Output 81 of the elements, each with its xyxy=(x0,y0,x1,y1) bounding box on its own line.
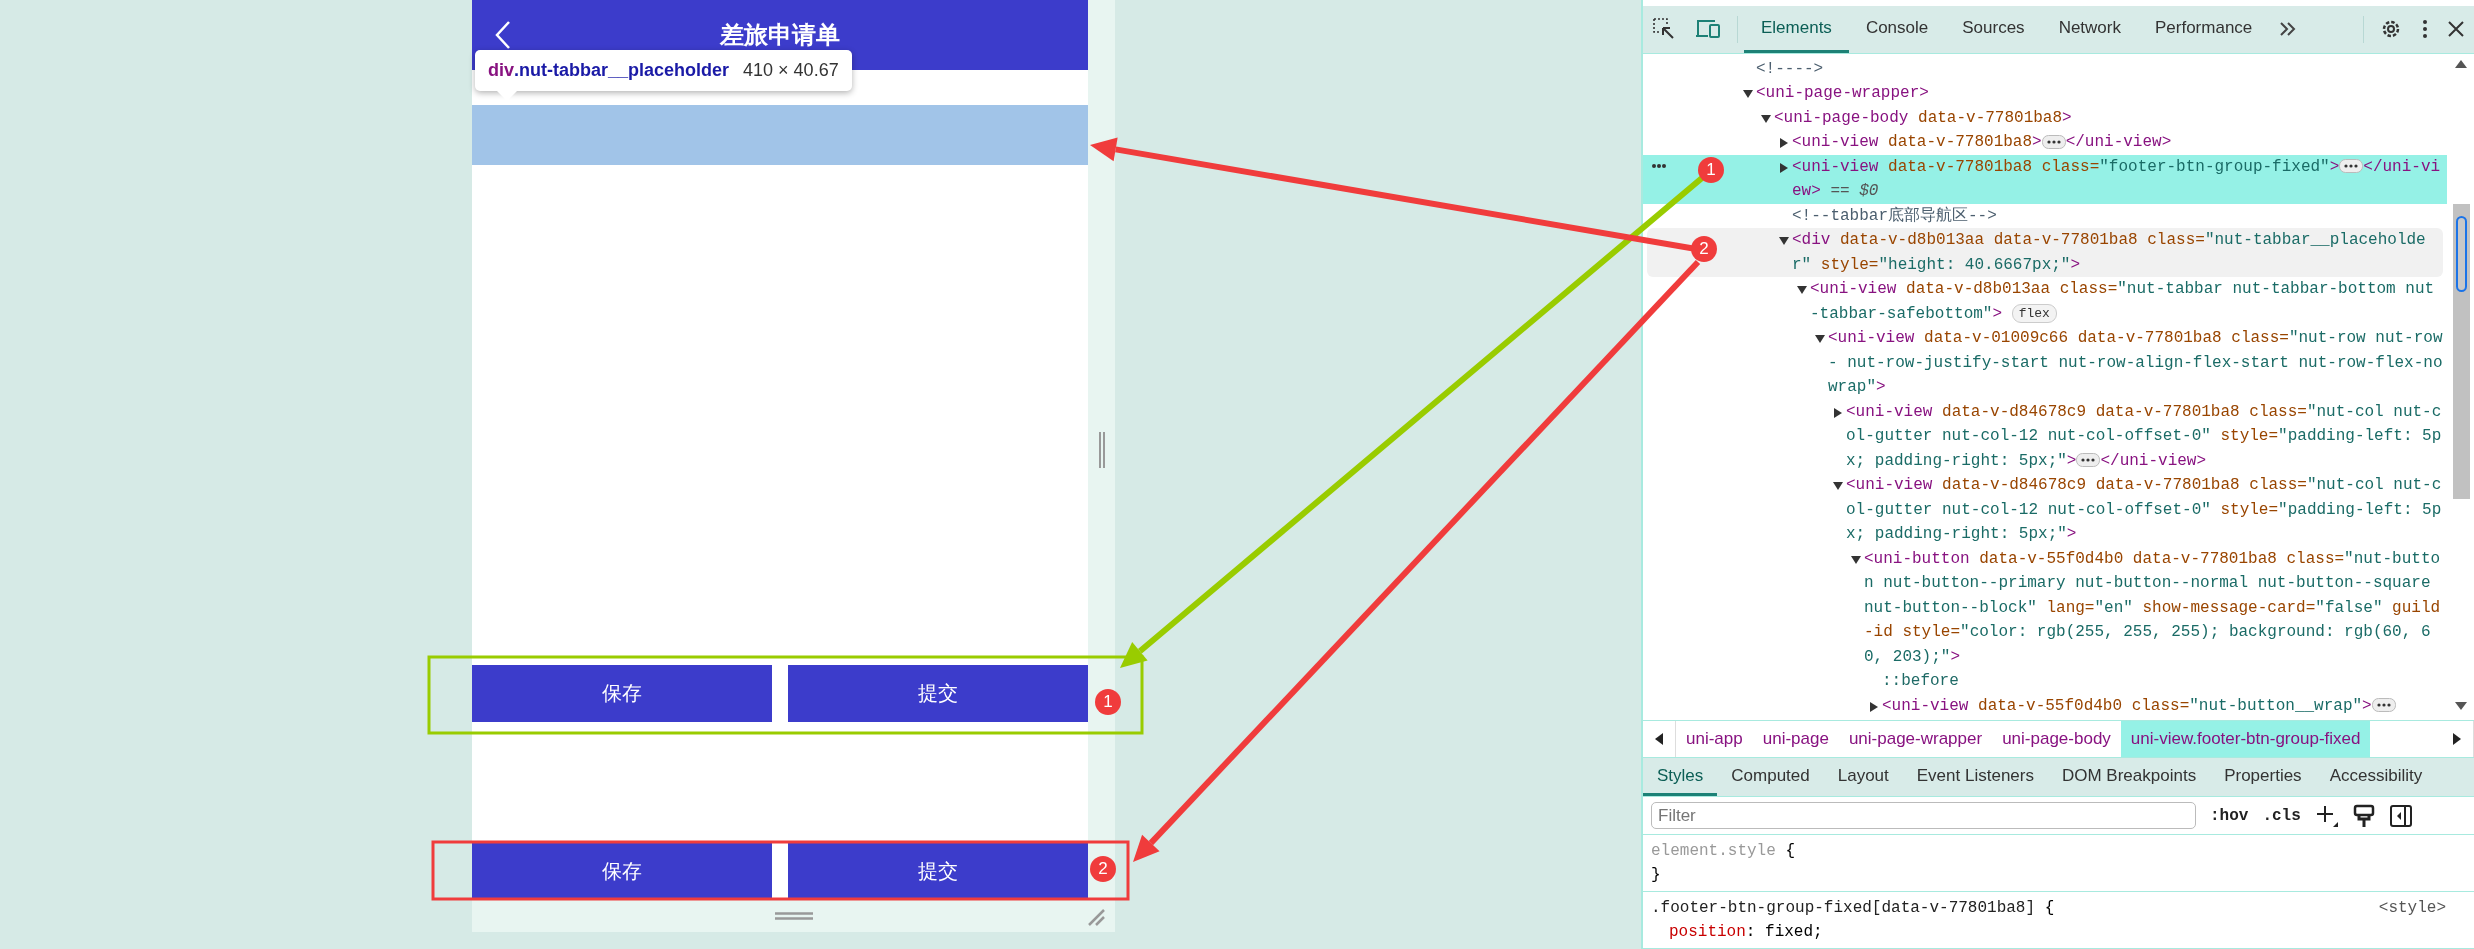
tree-row[interactable]: <!----> xyxy=(1643,56,2447,82)
inspect-icon[interactable] xyxy=(1653,18,1675,41)
scroll-left-icon[interactable] xyxy=(1655,732,1663,745)
breadcrumb[interactable]: uni-page xyxy=(1752,720,1839,758)
back-icon[interactable] xyxy=(494,20,512,50)
expanded-triangle-icon[interactable] xyxy=(1851,554,1861,565)
source-link[interactable]: <style> xyxy=(2378,896,2446,920)
tree-row[interactable]: <uni-view data-v-d84678c9 data-v-77801ba8 class="nut-col nut-col-gutter nut-col-12 nut-col-offset-0" style="padding-left: 5px; padding-right: 5px;"> xyxy=(1643,473,2447,547)
panel-tab[interactable]: DOM Breakpoints xyxy=(2047,758,2211,796)
ellipsis-icon[interactable] xyxy=(2339,158,2364,175)
brace: { xyxy=(2044,898,2055,919)
scroll-up-icon[interactable] xyxy=(2455,59,2467,68)
collapsed-triangle-icon[interactable] xyxy=(1869,701,1879,712)
resize-corner-icon[interactable] xyxy=(1087,908,1105,926)
scroll-down-icon[interactable] xyxy=(2455,701,2467,710)
tree-row[interactable]: <!--tabbar底部导航区--> xyxy=(1643,203,2447,229)
tree-row[interactable]: <uni-button data-v-55f0d4b0 data-v-77801ba8 class="nut-button nut-button--primary nut-button--normal nut-button--square nut-button--block" lang="en" show-message-card="false" guild-id style="color: rgb(255, 255, 255); background: rgb(60, 60, 203);"> xyxy=(1643,546,2447,670)
resize-handle-icon[interactable] xyxy=(774,912,813,920)
more-tabs-icon[interactable] xyxy=(2279,22,2298,37)
close-icon[interactable] xyxy=(2448,21,2464,38)
tree-row[interactable]: <uni-page-wrapper> xyxy=(1643,81,2447,106)
tree-row[interactable]: <uni-view data-v-55f0d4b0 class="nut-button__wrap"> xyxy=(1643,693,2447,719)
expanded-triangle-icon[interactable] xyxy=(1815,334,1825,345)
tree-row[interactable]: <uni-view data-v-d84678c9 data-v-77801ba8 class="nut-col nut-col-gutter nut-col-12 nut-col-offset-0" style="padding-left: 5px; padding-right: 5px;"> </uni-view> xyxy=(1643,399,2447,474)
brace: } xyxy=(1651,865,1661,886)
panel-tab[interactable]: Computed xyxy=(1717,758,1824,796)
action-button[interactable]: 提交 xyxy=(788,665,1088,722)
panel-tab[interactable]: Accessibility xyxy=(2315,758,2437,796)
collapsed-triangle-icon[interactable] xyxy=(1833,407,1843,418)
ellipsis-icon[interactable] xyxy=(2371,697,2396,714)
panel-tab[interactable]: Styles xyxy=(1643,758,1718,796)
css-selector: element.style xyxy=(1651,841,1776,862)
add-icon[interactable] xyxy=(2314,803,2339,828)
action-button[interactable]: 保存 xyxy=(472,843,772,900)
paint-brush-icon[interactable] xyxy=(2352,803,2375,828)
ellipsis-icon[interactable] xyxy=(2076,452,2101,469)
filter-field[interactable]: Filter xyxy=(1651,802,2196,829)
breadcrumb[interactable]: uni-page-wrapper xyxy=(1838,720,1993,758)
devtools-tab[interactable]: Elements xyxy=(1744,6,1849,53)
panel-tab[interactable]: Event Listeners xyxy=(1902,758,2048,796)
css-property[interactable]: position xyxy=(1651,920,1746,944)
expanded-triangle-icon[interactable] xyxy=(1761,113,1771,124)
panel-tab[interactable]: Layout xyxy=(1823,758,1903,796)
toggle-button[interactable]: .cls xyxy=(2262,806,2301,825)
kebab-menu-icon[interactable] xyxy=(2422,19,2428,40)
element-selector: div.nut-tabbar__placeholder xyxy=(488,60,730,81)
tree-row[interactable]: <uni-view data-v-01009c66 data-v-77801ba8 class="nut-row nut-row- nut-row-justify-start nut-row-align-flex-start nut-row-flex-nowrap"> xyxy=(1643,326,2447,400)
scroll-right-icon[interactable] xyxy=(2453,732,2461,745)
devtools-tab[interactable]: Console xyxy=(1848,6,1946,53)
collapsed-triangle-icon[interactable] xyxy=(1779,162,1789,173)
devtools-tab[interactable]: Performance xyxy=(2138,6,2270,53)
scroll-thumb[interactable] xyxy=(2456,215,2467,292)
brace: { xyxy=(1785,841,1796,862)
tree-row[interactable]: <uni-view data-v-77801ba8> </uni-view> xyxy=(1643,130,2447,155)
collapsed-triangle-icon[interactable] xyxy=(1779,138,1789,149)
action-button[interactable]: 保存 xyxy=(472,665,772,722)
expanded-triangle-icon[interactable] xyxy=(1743,89,1753,100)
device-toolbar-icon[interactable] xyxy=(1695,19,1721,40)
ellipsis-icon[interactable] xyxy=(2041,133,2066,150)
toggle-button[interactable]: :hov xyxy=(2210,806,2249,825)
number-badge: 1 xyxy=(1095,689,1121,715)
css-colon: : xyxy=(1745,922,1756,943)
element-size: 410 × 40.67 xyxy=(743,60,839,81)
breadcrumb[interactable]: uni-page-body xyxy=(1992,720,2121,758)
css-selector: .footer-btn-group-fixed[data-v-77801ba8] xyxy=(1651,898,2036,919)
action-button[interactable]: 提交 xyxy=(788,843,1088,900)
panel-tab[interactable]: Properties xyxy=(2210,758,2316,796)
tree-row[interactable]: <uni-view data-v-d8b013aa class="nut-tabbar nut-tabbar-bottom nut-tabbar-safebottom"> flex xyxy=(1643,277,2447,327)
page-title: 差旅申请单 xyxy=(720,20,840,50)
tree-row[interactable]: <uni-page-body data-v-77801ba8> xyxy=(1643,105,2447,131)
devtools-tab[interactable]: Network xyxy=(2041,6,2138,53)
resize-handle-icon[interactable] xyxy=(1097,432,1106,468)
css-value[interactable]: fixed; xyxy=(1765,920,1823,944)
expanded-triangle-icon[interactable] xyxy=(1779,236,1789,247)
tree-row[interactable]: ::before xyxy=(1643,669,2447,694)
breadcrumb[interactable]: uni-view.footer-btn-group-fixed xyxy=(2120,720,2371,758)
devtools-tab[interactable]: Sources xyxy=(1945,6,2042,53)
breadcrumb[interactable]: uni-app xyxy=(1676,720,1753,758)
expanded-triangle-icon[interactable] xyxy=(1797,285,1807,296)
expanded-triangle-icon[interactable] xyxy=(1833,481,1843,492)
sidebar-toggle-icon[interactable] xyxy=(2388,803,2413,828)
